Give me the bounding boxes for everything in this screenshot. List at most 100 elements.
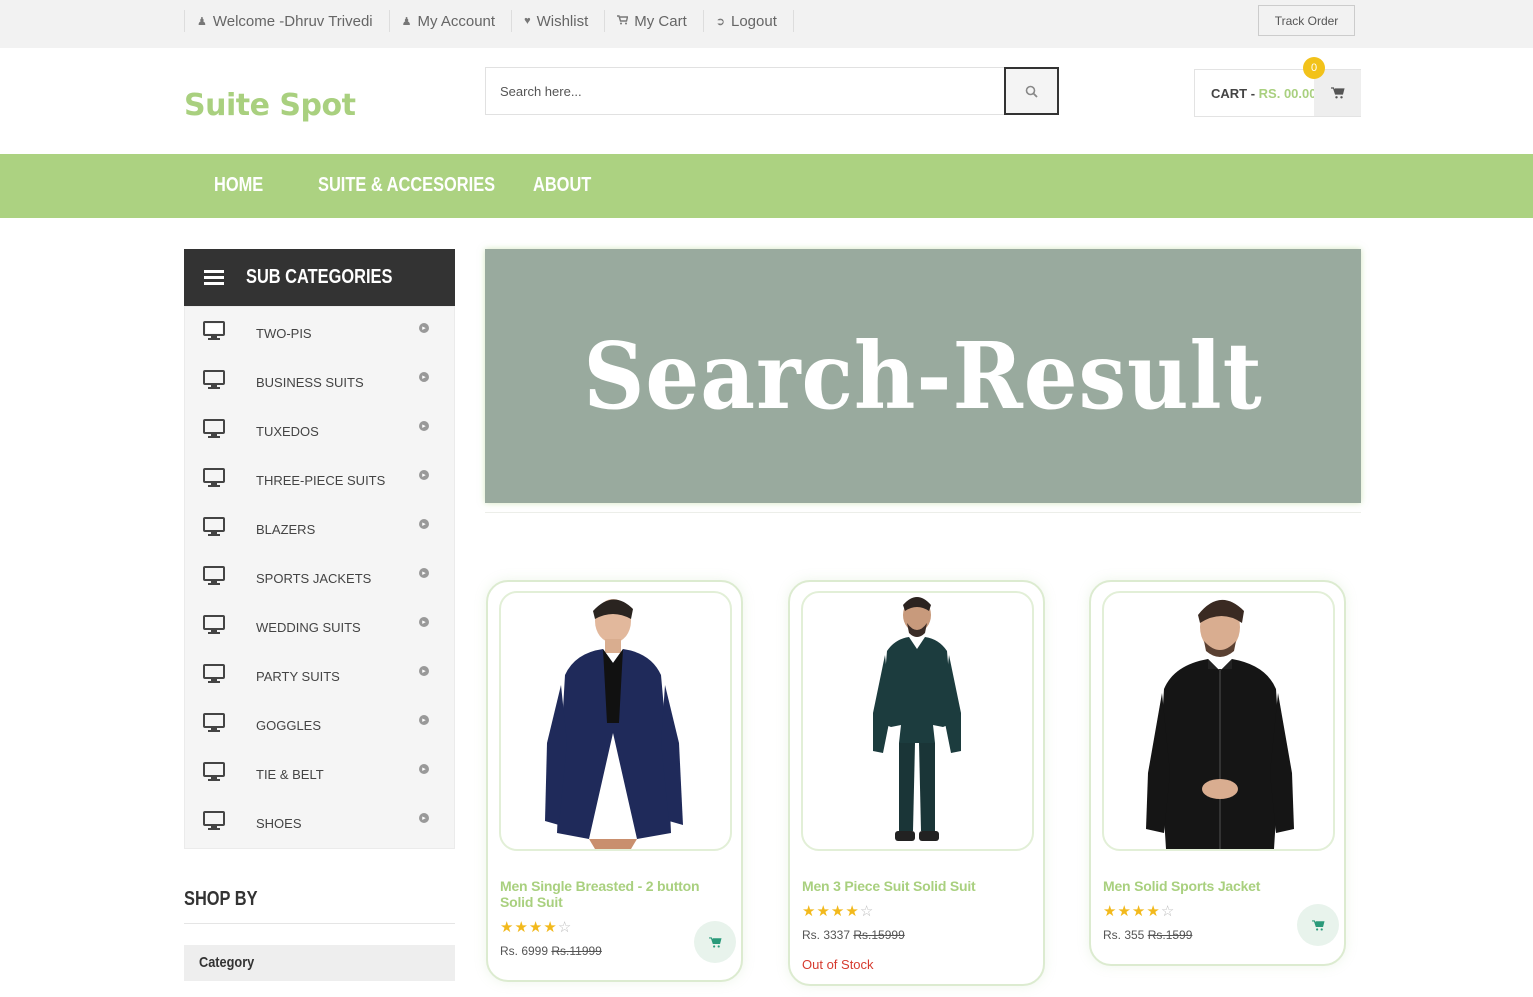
sidebar-item-shoes[interactable]: SHOES ▸ — [185, 797, 454, 846]
product-card[interactable]: Men 3 Piece Suit Solid Suit ★★★★☆ Rs. 33… — [788, 580, 1045, 986]
star-icon: ★ — [514, 919, 529, 936]
rating-stars: ★★★★☆ — [802, 902, 874, 920]
heart-icon: ♥ — [524, 15, 531, 27]
category-filter-label: Category — [199, 954, 255, 971]
product-name[interactable]: Men 3 Piece Suit Solid Suit — [802, 878, 1022, 894]
sidebar-item-label: TWO-PIS — [256, 326, 312, 341]
cart-button[interactable] — [1314, 70, 1361, 116]
sidebar-item-label: TUXEDOS — [256, 424, 319, 439]
current-price: Rs. 6999 — [500, 944, 549, 958]
sidebar-item-tuxedos[interactable]: TUXEDOS ▸ — [185, 405, 454, 454]
welcome-link[interactable]: ♟ Welcome -Dhruv Trivedi — [185, 10, 390, 32]
my-account-link[interactable]: ♟ My Account — [390, 10, 513, 32]
sidebar-item-business-suits[interactable]: BUSINESS SUITS ▸ — [185, 356, 454, 405]
product-image[interactable] — [801, 591, 1034, 851]
rating-stars: ★★★★☆ — [1103, 902, 1175, 920]
chevron-right-icon: ▸ — [419, 666, 429, 676]
product-card[interactable]: Men Single Breasted - 2 button Solid Sui… — [486, 580, 743, 982]
sidebar-item-label: SPORTS JACKETS — [256, 571, 372, 586]
current-price: Rs. 3337 — [802, 928, 851, 942]
rating-stars: ★★★★☆ — [500, 918, 572, 936]
star-outline-icon: ☆ — [1160, 903, 1176, 920]
sidebar-item-wedding-suits[interactable]: WEDDING SUITS ▸ — [185, 601, 454, 650]
chevron-right-icon: ▸ — [419, 764, 429, 774]
cart-summary: CART - RS. 00.00 — [1211, 86, 1317, 101]
product-name[interactable]: Men Single Breasted - 2 button Solid Sui… — [500, 878, 720, 910]
sidebar-item-sports-jackets[interactable]: SPORTS JACKETS ▸ — [185, 552, 454, 601]
sidebar-item-tie-belt[interactable]: TIE & BELT ▸ — [185, 748, 454, 797]
sub-categories-title: SUB CATEGORIES — [246, 266, 393, 288]
add-to-cart-button[interactable] — [694, 921, 736, 963]
cart-amount: RS. 00.00 — [1258, 86, 1317, 101]
my-cart-label: My Cart — [634, 12, 687, 30]
chevron-right-icon: ▸ — [419, 323, 429, 333]
nav-about[interactable]: ABOUT — [533, 174, 591, 197]
blazer-photo — [545, 599, 683, 849]
star-icon: ★ — [1131, 903, 1147, 920]
sidebar-item-label: BLAZERS — [256, 522, 316, 537]
star-icon: ★ — [830, 903, 846, 920]
product-card[interactable]: Men Solid Sports Jacket ★★★★☆ Rs. 355 Rs… — [1089, 580, 1346, 966]
monitor-icon — [203, 811, 225, 830]
logout-icon: ➲ — [715, 15, 725, 28]
sidebar-item-label: GOGGLES — [256, 718, 322, 733]
divider — [184, 923, 455, 924]
search-input[interactable] — [486, 68, 1004, 114]
sidebar-item-three-piece-suits[interactable]: THREE-PIECE SUITS ▸ — [185, 454, 454, 503]
old-price: Rs.15999 — [853, 928, 905, 942]
sidebar-item-label: TIE & BELT — [256, 767, 324, 782]
track-order-button[interactable]: Track Order — [1258, 5, 1355, 36]
sidebar-item-goggles[interactable]: GOGGLES ▸ — [185, 699, 454, 748]
monitor-icon — [203, 370, 225, 389]
site-logo[interactable]: Suite Spot — [184, 88, 356, 123]
my-cart-link[interactable]: My Cart — [605, 10, 704, 32]
nav-suite-accesories[interactable]: SUITE & ACCESORIES — [318, 174, 495, 197]
header-cart[interactable]: CART - RS. 00.00 — [1194, 69, 1361, 117]
wishlist-link[interactable]: ♥ Wishlist — [512, 10, 606, 32]
product-price: Rs. 6999 Rs.11999 — [500, 944, 602, 958]
divider — [485, 512, 1361, 513]
sports-jacket-photo — [1146, 599, 1294, 849]
sidebar-item-party-suits[interactable]: PARTY SUITS ▸ — [185, 650, 454, 699]
cart-icon — [617, 14, 629, 28]
monitor-icon — [203, 566, 225, 585]
top-links: ♟ Welcome -Dhruv Trivedi ♟ My Account ♥ … — [184, 10, 794, 32]
product-price: Rs. 355 Rs.1599 — [1103, 928, 1192, 942]
star-icon: ★ — [543, 919, 558, 936]
sidebar-item-label: WEDDING SUITS — [256, 620, 361, 635]
main-nav: HOME SUITE & ACCESORIES ABOUT — [0, 154, 1533, 218]
chevron-right-icon: ▸ — [419, 715, 429, 725]
sidebar-item-label: BUSINESS SUITS — [256, 375, 364, 390]
product-image[interactable] — [499, 591, 732, 851]
logout-label: Logout — [730, 12, 777, 30]
chevron-right-icon: ▸ — [419, 568, 429, 578]
banner-title: Search-Result — [583, 322, 1263, 430]
add-to-cart-button[interactable] — [1297, 904, 1339, 946]
star-icon: ★ — [845, 903, 860, 920]
three-piece-suit-photo — [873, 597, 961, 841]
wishlist-label: Wishlist — [536, 12, 589, 30]
category-filter[interactable]: Category — [184, 945, 455, 981]
sidebar-item-two-pis[interactable]: TWO-PIS ▸ — [185, 307, 454, 356]
chevron-right-icon: ▸ — [419, 421, 429, 431]
old-price: Rs.1599 — [1147, 928, 1193, 942]
user-icon: ♟ — [401, 15, 412, 28]
star-icon: ★ — [1103, 903, 1118, 920]
nav-home[interactable]: HOME — [214, 174, 263, 197]
star-icon: ★ — [816, 903, 831, 920]
sub-categories-header: SUB CATEGORIES — [184, 249, 455, 306]
cart-label: CART - — [1211, 86, 1259, 101]
monitor-icon — [203, 517, 225, 536]
sidebar-item-label: PARTY SUITS — [256, 669, 340, 684]
monitor-icon — [203, 713, 225, 732]
cart-icon — [1311, 919, 1325, 931]
sub-categories-list: TWO-PIS ▸ BUSINESS SUITS ▸ TUXEDOS ▸ THR… — [184, 306, 455, 849]
product-name[interactable]: Men Solid Sports Jacket — [1103, 878, 1323, 894]
product-price: Rs. 3337 Rs.15999 — [802, 928, 905, 942]
search-button[interactable] — [1004, 67, 1059, 115]
monitor-icon — [203, 615, 225, 634]
product-image[interactable] — [1102, 591, 1335, 851]
logout-link[interactable]: ➲ Logout — [704, 10, 794, 32]
sidebar-item-label: THREE-PIECE SUITS — [256, 473, 386, 488]
sidebar-item-blazers[interactable]: BLAZERS ▸ — [185, 503, 454, 552]
